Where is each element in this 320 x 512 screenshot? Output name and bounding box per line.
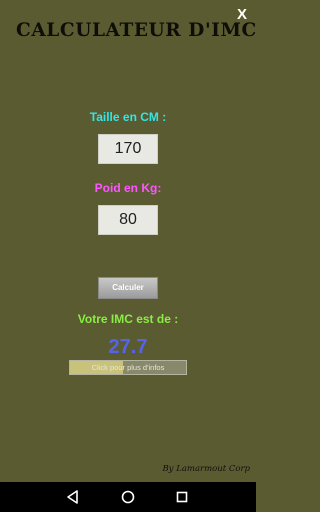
system-nav-bar [0,482,256,512]
poids-input[interactable] [98,205,158,235]
app-screen: CALCULATEUR D'IMC X Taille en CM : Poid … [0,0,256,482]
back-triangle-icon[interactable] [64,488,82,506]
recent-square-icon[interactable] [173,488,191,506]
close-button[interactable]: X [237,6,247,23]
info-button[interactable]: Click pour plus d'infos [69,360,187,375]
taille-label: Taille en CM : [89,110,167,124]
result-label: Votre IMC est de : [77,312,179,326]
info-button-label: Click pour plus d'infos [91,363,165,372]
calculer-button[interactable]: Calculer [98,277,158,299]
home-circle-icon[interactable] [119,488,137,506]
credit-text: By Lamarmout Corp [162,464,250,474]
taille-input[interactable] [98,134,158,164]
app-title: CALCULATEUR D'IMC [16,20,257,41]
imc-value: 27.7 [108,336,148,358]
poids-label: Poid en Kg: [94,181,162,195]
